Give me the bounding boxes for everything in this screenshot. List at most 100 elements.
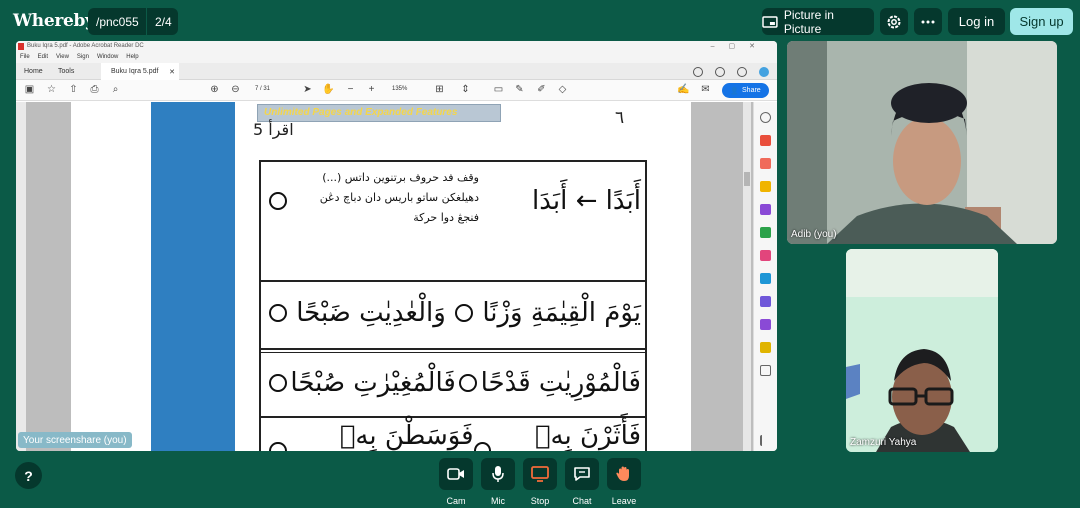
stop-circle-icon bbox=[269, 304, 287, 322]
account-icon[interactable] bbox=[759, 67, 769, 77]
collapse-pane-icon[interactable] bbox=[760, 435, 771, 446]
comment-tool-icon[interactable] bbox=[760, 181, 771, 192]
help-button[interactable]: ? bbox=[15, 462, 42, 489]
cam-button[interactable] bbox=[439, 458, 473, 490]
menu-file[interactable]: File bbox=[20, 52, 30, 63]
combine-icon[interactable] bbox=[760, 204, 771, 215]
lesson-item: فَوَسَطْنَ بِهٖ جَمْعًا bbox=[339, 421, 474, 451]
stop-circle-icon bbox=[269, 192, 287, 210]
more-tools-icon[interactable] bbox=[760, 365, 771, 376]
stop-share-icon bbox=[531, 466, 549, 482]
leave-hand-icon bbox=[616, 466, 629, 481]
acrobat-right-toolbar bbox=[753, 102, 777, 451]
save-icon[interactable]: ▣ bbox=[24, 84, 35, 95]
protect-icon[interactable] bbox=[760, 296, 771, 307]
screenshare-label-text: Your screenshare (you) bbox=[23, 434, 127, 446]
page-blue-strip bbox=[151, 102, 235, 451]
participant-tile-adib[interactable]: Adib (you) bbox=[787, 41, 1057, 244]
menu-window[interactable]: Window bbox=[97, 52, 118, 63]
lesson-item: فَالْمُغِيْرٰتِ صُبْحًا bbox=[290, 368, 456, 398]
login-button[interactable]: Log in bbox=[948, 8, 1005, 35]
document-viewport[interactable]: Unlimited Pages and Expanded Features اق… bbox=[16, 102, 777, 451]
close-tab-icon[interactable]: ✕ bbox=[169, 68, 175, 76]
stop-share-button[interactable] bbox=[523, 458, 557, 490]
pip-label: Picture in Picture bbox=[783, 7, 834, 36]
comment-icon[interactable]: ▭ bbox=[493, 84, 504, 95]
participant-name: Zamzuri Yahya bbox=[850, 437, 917, 448]
leave-button[interactable] bbox=[607, 458, 641, 490]
upload-icon[interactable]: ⇧ bbox=[68, 84, 79, 95]
row-divider bbox=[261, 348, 645, 350]
window-controls[interactable]: –▢✕ bbox=[711, 41, 769, 52]
page-down-icon[interactable]: ⊖ bbox=[230, 84, 241, 95]
hand-tool-icon[interactable]: ✋ bbox=[322, 84, 334, 95]
jawi-instructions: وقف فد حروف برتنوين داتس (...) دهيلغكن س… bbox=[320, 168, 479, 228]
camera-icon bbox=[447, 468, 464, 480]
stamp-icon[interactable]: ◇ bbox=[557, 84, 568, 95]
menu-edit[interactable]: Edit bbox=[38, 52, 48, 63]
page-fit-icon[interactable]: ⊞ bbox=[434, 84, 445, 95]
select-cursor-icon[interactable]: ➤ bbox=[302, 84, 313, 95]
mic-button[interactable] bbox=[481, 458, 515, 490]
acrobat-share-button[interactable]: 👤 Share bbox=[722, 83, 769, 98]
acrobat-menu-bar: File Edit View Sign Window Help bbox=[16, 52, 777, 63]
print-icon[interactable]: ⎙ bbox=[89, 84, 100, 95]
page-indicator[interactable]: 7 / 31 bbox=[255, 86, 270, 92]
lesson-item: أَبَدًا ← أَبَدَا bbox=[532, 186, 641, 216]
apps-icon[interactable] bbox=[737, 67, 747, 77]
picture-in-picture-icon bbox=[762, 15, 778, 28]
highlight-icon[interactable]: ✎ bbox=[514, 84, 525, 95]
lesson-item: فَالْمُوْرِيٰتِ قَدْحًا bbox=[480, 368, 641, 398]
tab-document[interactable]: Buku Iqra 5.pdf ✕ bbox=[101, 63, 179, 80]
lesson-item: فَأَثَرْنَ بِهٖ نَقْعًا bbox=[534, 421, 641, 451]
redact-icon[interactable] bbox=[760, 342, 771, 353]
lesson-item: وَالْعٰدِيٰتِ ضَبْحًا bbox=[296, 298, 446, 328]
menu-view[interactable]: View bbox=[56, 52, 69, 63]
zoom-out-icon[interactable]: − bbox=[345, 84, 356, 95]
left-panel-toggle[interactable] bbox=[16, 102, 26, 451]
edit-pdf-icon[interactable] bbox=[760, 319, 771, 330]
export-pdf-icon[interactable] bbox=[760, 135, 771, 146]
zoom-level[interactable]: 135% bbox=[392, 86, 407, 92]
lesson-item: يَوْمَ الْقِيٰمَةِ وَزْنًا bbox=[482, 298, 641, 328]
acrobat-icon bbox=[18, 43, 24, 50]
page-current[interactable]: 7 bbox=[255, 86, 258, 92]
tab-tools[interactable]: Tools bbox=[58, 68, 74, 75]
chat-button[interactable] bbox=[565, 458, 599, 490]
leave-label: Leave bbox=[611, 496, 637, 506]
participant-video-zamzuri bbox=[846, 249, 998, 452]
scrollbar-thumb[interactable] bbox=[744, 172, 750, 186]
zoom-in-icon[interactable]: + bbox=[366, 84, 377, 95]
create-pdf-icon[interactable] bbox=[760, 158, 771, 169]
stop-circle-icon bbox=[269, 442, 287, 451]
fill-sign-tool-icon[interactable] bbox=[760, 250, 771, 261]
bookmark-star-icon[interactable]: ☆ bbox=[46, 84, 57, 95]
scan-icon[interactable] bbox=[760, 273, 771, 284]
row-divider bbox=[261, 280, 645, 282]
menu-help[interactable]: Help bbox=[126, 52, 138, 63]
stop-circle-icon bbox=[473, 442, 492, 451]
participant-tile-zamzuri[interactable]: Zamzuri Yahya bbox=[846, 249, 998, 452]
page-up-icon[interactable]: ⊕ bbox=[209, 84, 220, 95]
row-divider bbox=[261, 352, 645, 353]
organize-icon[interactable] bbox=[760, 227, 771, 238]
settings-button[interactable] bbox=[880, 8, 908, 35]
more-options-button[interactable] bbox=[914, 8, 942, 35]
vertical-scrollbar[interactable] bbox=[743, 102, 751, 451]
zoom-search-icon[interactable] bbox=[760, 112, 771, 123]
scroll-mode-icon[interactable]: ⇕ bbox=[460, 84, 471, 95]
fill-sign-icon[interactable]: ✍ bbox=[677, 84, 689, 95]
room-chip[interactable]: /pnc055 2/4 bbox=[88, 8, 178, 35]
stop-circle-icon bbox=[269, 374, 287, 392]
bell-icon[interactable] bbox=[715, 67, 725, 77]
search-icon[interactable]: ⌕ bbox=[110, 84, 121, 95]
menu-sign[interactable]: Sign bbox=[77, 52, 89, 63]
picture-in-picture-button[interactable]: Picture in Picture bbox=[762, 7, 874, 36]
jawi-line: فنجڠ دوا حركة bbox=[413, 211, 479, 224]
signup-button[interactable]: Sign up bbox=[1010, 8, 1073, 35]
help-icon[interactable] bbox=[693, 67, 703, 77]
draw-icon[interactable]: ✐ bbox=[536, 84, 547, 95]
tab-document-label: Buku Iqra 5.pdf bbox=[111, 68, 159, 75]
email-icon[interactable]: ✉ bbox=[700, 84, 711, 95]
tab-home[interactable]: Home bbox=[24, 68, 43, 75]
